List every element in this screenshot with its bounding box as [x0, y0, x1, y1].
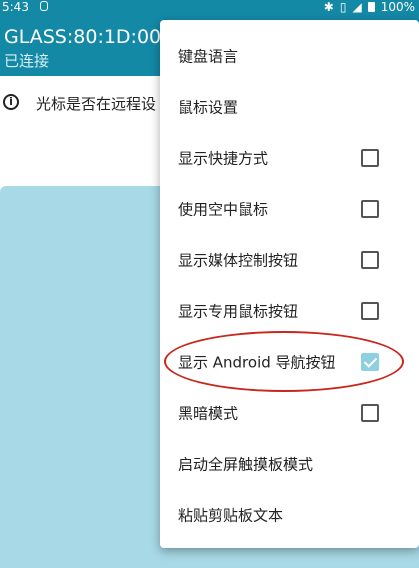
overflow-menu: 键盘语言 鼠标设置 显示快捷方式 使用空中鼠标 显示媒体控制按钮 显示专用鼠标按… [160, 20, 419, 548]
menu-item-label: 显示专用鼠标按钮 [178, 302, 299, 320]
dark-mode-checkbox[interactable] [361, 403, 379, 422]
info-icon: i [3, 94, 19, 110]
menu-item-dark-mode[interactable]: 黑暗模式 [160, 387, 419, 438]
battery-level: 100% [380, 0, 415, 14]
connection-status: 已连接 [4, 52, 50, 70]
android-nav-buttons-checkbox[interactable] [361, 352, 379, 371]
menu-item-label: 启动全屏触摸板模式 [178, 455, 314, 473]
menu-item-fullscreen-touchpad[interactable]: 启动全屏触摸板模式 [160, 438, 419, 489]
notice-text: 光标是否在远程设 [36, 95, 157, 113]
mouse-buttons-checkbox[interactable] [361, 301, 379, 320]
battery-icon [367, 2, 375, 12]
menu-item-show-shortcuts[interactable]: 显示快捷方式 [160, 132, 419, 183]
status-bar: 5:43 ✱ ▯ ◢ 100% [0, 0, 419, 14]
show-shortcuts-checkbox[interactable] [361, 148, 379, 167]
status-time: 5:43 [2, 0, 29, 14]
no-signal-icon: ◢ [352, 0, 362, 14]
media-controls-checkbox[interactable] [361, 250, 379, 269]
status-icons: ✱ ▯ ◢ 100% [324, 0, 415, 14]
menu-item-mouse-buttons[interactable]: 显示专用鼠标按钮 [160, 285, 419, 336]
menu-item-label: 鼠标设置 [178, 98, 239, 116]
air-mouse-checkbox[interactable] [361, 199, 379, 218]
menu-item-android-nav-buttons[interactable]: 显示 Android 导航按钮 [160, 336, 419, 387]
vibrate-icon: ▯ [339, 0, 347, 14]
menu-item-label: 显示快捷方式 [178, 149, 269, 167]
menu-item-label: 键盘语言 [178, 47, 239, 65]
menu-item-label: 粘贴剪贴板文本 [178, 506, 284, 524]
menu-item-media-controls[interactable]: 显示媒体控制按钮 [160, 234, 419, 285]
menu-item-label: 使用空中鼠标 [178, 200, 269, 218]
menu-item-mouse-settings[interactable]: 鼠标设置 [160, 81, 419, 132]
app-notification-icon [40, 1, 48, 11]
menu-item-keyboard-language[interactable]: 键盘语言 [160, 30, 419, 81]
menu-item-label: 显示 Android 导航按钮 [178, 353, 336, 371]
bluetooth-icon: ✱ [323, 0, 334, 14]
menu-item-paste-clipboard[interactable]: 粘贴剪贴板文本 [160, 489, 419, 540]
menu-item-label: 黑暗模式 [178, 404, 239, 422]
menu-item-label: 显示媒体控制按钮 [178, 251, 299, 269]
device-name: GLASS:80:1D:00 [4, 26, 162, 48]
menu-item-air-mouse[interactable]: 使用空中鼠标 [160, 183, 419, 234]
